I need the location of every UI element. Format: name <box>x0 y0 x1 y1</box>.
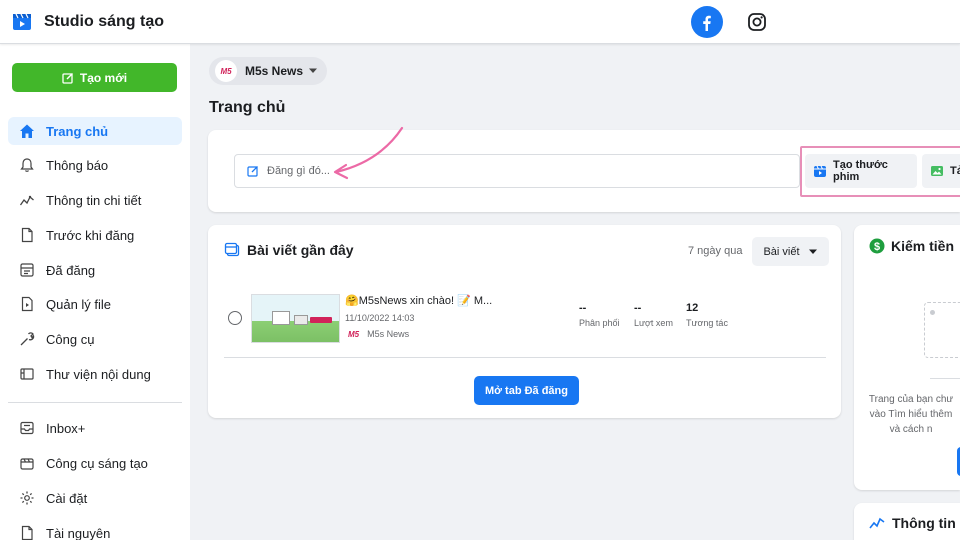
document-icon <box>18 226 36 244</box>
instagram-icon[interactable] <box>745 10 769 34</box>
insights-header: Thông tin c <box>869 515 960 531</box>
compose-input[interactable]: Đăng gì đó... <box>234 154 800 188</box>
sidebar-item-label: Thư viện nội dung <box>46 366 151 382</box>
post-page: M5 M5s News <box>348 329 409 339</box>
monetization-text-line: và cách n <box>889 424 933 435</box>
sidebar-item-label: Công cụ sáng tạo <box>46 455 148 471</box>
sidebar-item-label: Trước khi đăng <box>46 227 135 243</box>
chevron-down-icon <box>308 68 318 74</box>
creator-studio-icon <box>12 12 32 32</box>
content-library-icon <box>18 365 36 383</box>
inbox-icon <box>18 419 36 437</box>
creative-tools-icon <box>18 454 36 472</box>
svg-text:$: $ <box>874 241 880 253</box>
stat-engagement: 12 Tương tác <box>686 302 728 328</box>
sidebar-item-label: Thông tin chi tiết <box>46 192 142 208</box>
insights-icon <box>18 191 36 209</box>
monetization-title: Kiếm tiền <box>891 238 955 254</box>
stat-label: Lượt xem <box>634 318 673 328</box>
post-type-dropdown[interactable]: Bài viết <box>752 237 829 266</box>
page-title: Trang chủ <box>209 99 286 116</box>
sidebar-item-notifications[interactable]: Thông báo <box>8 151 182 179</box>
stat-views: -- Lượt xem <box>634 302 673 328</box>
monetization-text-line: vào Tìm hiểu thêm <box>869 409 953 420</box>
stat-value: -- <box>579 302 587 314</box>
edit-icon <box>247 165 259 177</box>
bell-icon <box>18 156 36 174</box>
page-selector-name: M5s News <box>245 64 304 78</box>
sidebar-item-settings[interactable]: Cài đặt <box>8 484 182 512</box>
compose-icon <box>62 72 74 84</box>
home-icon <box>18 122 36 140</box>
sidebar: Tạo mới Trang chủ Thông báo Thông tin ch… <box>0 44 190 540</box>
post-date: 11/10/2022 14:03 <box>345 313 415 323</box>
sidebar-item-creative-tools[interactable]: Công cụ sáng tạo <box>8 449 182 477</box>
recent-posts-header: Bài viết gần đây <box>224 242 354 258</box>
create-button-label: Tạo mới <box>79 70 128 85</box>
stat-value: -- <box>634 302 642 314</box>
posts-icon <box>224 242 240 258</box>
date-range-text: 7 ngày qua <box>688 245 743 257</box>
insights-title: Thông tin c <box>892 515 960 531</box>
monetization-text: Trang của bạn chư vào Tìm hiểu thêm và c… <box>862 392 960 437</box>
facebook-icon[interactable] <box>691 6 723 38</box>
sidebar-item-published[interactable]: Đã đăng <box>8 256 182 284</box>
recent-posts-title: Bài viết gần đây <box>247 242 354 258</box>
sidebar-item-inbox[interactable]: Inbox+ <box>8 414 182 442</box>
sidebar-item-label: Inbox+ <box>46 420 86 436</box>
top-bar: Studio sáng tạo <box>0 0 960 44</box>
page-selector[interactable]: M5 M5s News <box>209 57 327 85</box>
globe-icon <box>228 311 242 325</box>
post-type-label: Bài viết <box>763 245 800 258</box>
row-divider <box>224 357 826 358</box>
sidebar-item-label: Quản lý file <box>46 296 112 312</box>
post-thumbnail[interactable] <box>251 294 340 343</box>
sidebar-item-label: Cài đặt <box>46 490 88 506</box>
sidebar-item-label: Trang chủ <box>46 123 109 139</box>
stat-value: 12 <box>686 302 699 314</box>
sidebar-item-home[interactable]: Trang chủ <box>8 117 182 145</box>
page-logo: M5 <box>215 60 237 82</box>
sidebar-divider <box>8 402 182 403</box>
sidebar-item-resources[interactable]: Tài nguyên <box>8 519 182 540</box>
open-published-tab-button[interactable]: Mở tab Đã đăng <box>474 376 579 405</box>
monetization-text-line: Trang của bạn chư <box>868 394 954 405</box>
sidebar-item-pre-publish[interactable]: Trước khi đăng <box>8 221 182 249</box>
highlight-annotation-box <box>800 146 960 197</box>
chevron-down-icon <box>808 249 818 255</box>
stat-distribution: -- Phân phối <box>579 302 620 328</box>
wrench-icon <box>18 330 36 348</box>
illustration-base <box>930 378 960 386</box>
app-title: Studio sáng tạo <box>44 13 164 30</box>
stat-label: Phân phối <box>579 318 620 328</box>
published-icon <box>18 261 36 279</box>
resources-icon <box>18 524 36 540</box>
illustration-dot <box>930 310 935 315</box>
dollar-icon: $ <box>869 238 885 254</box>
sidebar-item-label: Thông báo <box>46 157 109 173</box>
sidebar-item-label: Tài nguyên <box>46 525 111 540</box>
sidebar-item-label: Đã đăng <box>46 262 96 278</box>
sidebar-item-tools[interactable]: Công cụ <box>8 325 182 353</box>
monetization-header: $ Kiếm tiền <box>869 238 954 254</box>
post-title[interactable]: 🤗M5sNews xin chào! 📝 M... <box>345 294 492 307</box>
stat-label: Tương tác <box>686 318 728 328</box>
sidebar-item-label: Công cụ <box>46 331 95 347</box>
create-button[interactable]: Tạo mới <box>12 63 177 92</box>
file-video-icon <box>18 295 36 313</box>
sidebar-item-insights[interactable]: Thông tin chi tiết <box>8 186 182 214</box>
post-page-name: M5s News <box>367 329 410 339</box>
compose-placeholder: Đăng gì đó... <box>267 165 330 177</box>
sidebar-item-content-library[interactable]: Thư viện nội dung <box>8 360 182 388</box>
insights-icon <box>869 516 885 530</box>
sidebar-item-file-manager[interactable]: Quản lý file <box>8 290 182 318</box>
gear-icon <box>18 489 36 507</box>
page-logo: M5 <box>348 329 360 339</box>
